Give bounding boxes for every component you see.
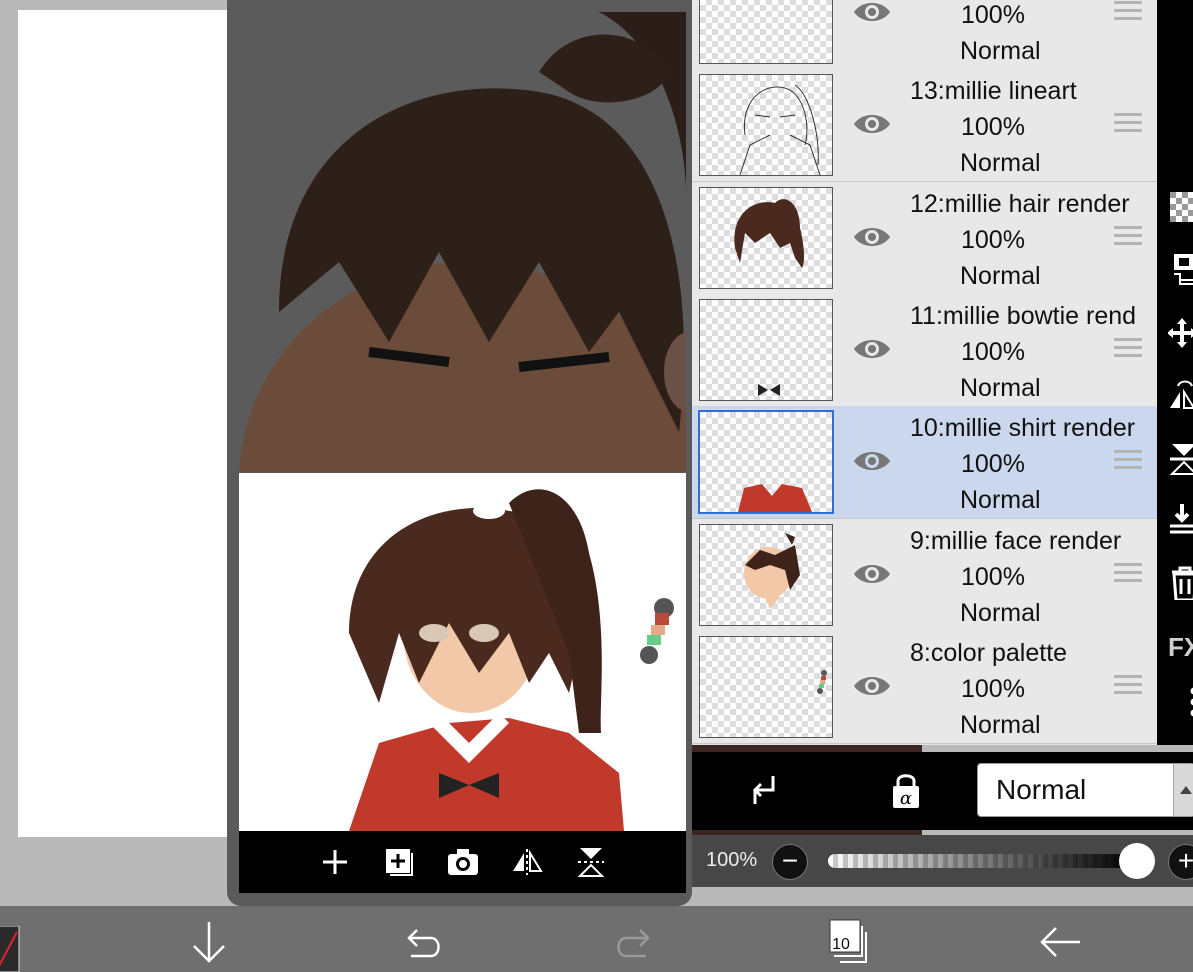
layer-thumbnail[interactable] [699,299,833,401]
layer-blend-mode: Normal [960,486,1041,514]
layer-thumbnail[interactable] [699,187,833,289]
layer-opacity-bar: 100% − + [692,835,1193,887]
layer-name: 13:millie lineart [910,77,1077,105]
drag-handle-icon[interactable] [1114,226,1142,248]
layer-row[interactable]: 9:millie face render 100% Normal [692,519,1157,632]
flip-layer-vertical-icon[interactable] [1168,442,1193,476]
drag-handle-icon[interactable] [1114,450,1142,472]
layer-row[interactable]: 8:color palette 100% Normal [692,631,1157,744]
layer-tools: FX [1162,180,1193,717]
visibility-eye-icon[interactable] [852,220,892,254]
drag-handle-icon[interactable] [1114,113,1142,135]
layer-blend-mode: Normal [960,37,1041,65]
layer-thumbnail[interactable] [698,410,834,514]
visibility-eye-icon[interactable] [852,107,892,141]
layer-opacity: 100% [961,1,1025,29]
arrow-down-icon[interactable] [184,918,234,966]
merge-layer-icon[interactable] [1168,252,1193,286]
layer-row[interactable]: 13:millie lineart 100% Normal [692,69,1157,182]
layer-row[interactable]: 100% Normal [692,0,1157,70]
blend-mode-select[interactable]: Normal [977,763,1193,817]
opacity-minus-button[interactable]: − [772,844,808,880]
move-icon[interactable] [1168,316,1193,350]
layer-opacity: 100% [961,450,1025,478]
opacity-slider-knob[interactable] [1119,843,1155,879]
layer-list[interactable]: 100% Normal 13:millie lineart 100% Norma… [692,0,1157,745]
color-swatch-icon[interactable] [0,926,20,972]
layer-row[interactable]: 12:millie hair render 100% Normal [692,182,1157,295]
opacity-slider-track[interactable] [828,854,1133,868]
add-layer-icon[interactable] [378,841,420,883]
layer-name: 11:millie bowtie rend [910,302,1137,330]
layer-thumbnail[interactable] [699,74,833,176]
bottom-toolbar: 10 [0,906,1193,972]
drag-handle-icon[interactable] [1114,338,1142,360]
visibility-eye-icon[interactable] [852,0,892,29]
layer-thumbnail[interactable] [699,636,833,738]
drag-handle-icon[interactable] [1114,675,1142,697]
opacity-plus-button[interactable]: + [1168,844,1193,880]
opacity-value: 100% [706,849,758,871]
alpha-lock-icon[interactable]: α [890,772,922,810]
layer-opacity: 100% [961,563,1025,591]
layer-opacity: 100% [961,675,1025,703]
redo-icon[interactable] [610,918,660,966]
flip-horizontal-icon[interactable] [506,841,548,883]
add-icon[interactable] [314,841,356,883]
visibility-eye-icon[interactable] [852,557,892,591]
layer-blend-mode: Normal [960,262,1041,290]
drag-handle-icon[interactable] [1114,563,1142,585]
layers-button[interactable]: 10 [826,918,876,966]
drag-handle-icon[interactable] [1114,1,1142,23]
clipping-arrow-icon[interactable] [747,772,779,808]
visibility-eye-icon[interactable] [852,444,892,478]
visibility-eye-icon[interactable] [852,669,892,703]
back-arrow-icon[interactable] [1036,918,1086,966]
more-options-icon[interactable] [1168,685,1193,719]
navigator-zoomed-view[interactable] [239,12,686,472]
layer-blend-mode: Normal [960,599,1041,627]
layer-name: 10:millie shirt render [910,414,1136,442]
layer-opacity: 100% [961,338,1025,366]
navigator-toolbar [239,831,686,893]
navigator-thumbnail[interactable] [239,473,686,831]
transparent-layer-icon[interactable] [1168,190,1193,224]
character-artwork [349,489,674,831]
layer-opacity: 100% [961,113,1025,141]
layers-count: 10 [832,936,850,953]
chevron-up-icon[interactable] [1173,764,1193,816]
layer-blend-mode: Normal [960,149,1041,177]
layer-blend-mode: Normal [960,374,1041,402]
layer-name: 8:color palette [910,639,1068,667]
layer-row[interactable]: 11:millie bowtie rend 100% Normal [692,294,1157,407]
delete-layer-icon[interactable] [1168,566,1193,600]
layer-blend-mode: Normal [960,711,1041,739]
layer-thumbnail[interactable] [699,524,833,626]
layer-name: 12:millie hair render [910,190,1130,218]
flip-layer-horizontal-icon[interactable] [1168,378,1193,412]
visibility-eye-icon[interactable] [852,332,892,366]
blend-mode-value: Normal [996,774,1087,805]
fx-button[interactable]: FX [1168,632,1193,666]
svg-text:α: α [900,788,912,809]
layer-thumbnail[interactable] [699,0,833,64]
merge-down-icon[interactable] [1168,502,1193,536]
layer-row-selected[interactable]: 10:millie shirt render 100% Normal [692,406,1157,519]
canvas-paper[interactable] [18,10,233,837]
layer-name: 9:millie face render [910,527,1122,555]
layer-opacity: 100% [961,226,1025,254]
camera-icon[interactable] [442,841,484,883]
flip-vertical-icon[interactable] [570,841,612,883]
undo-icon[interactable] [397,918,447,966]
zoomed-artwork [239,12,686,472]
